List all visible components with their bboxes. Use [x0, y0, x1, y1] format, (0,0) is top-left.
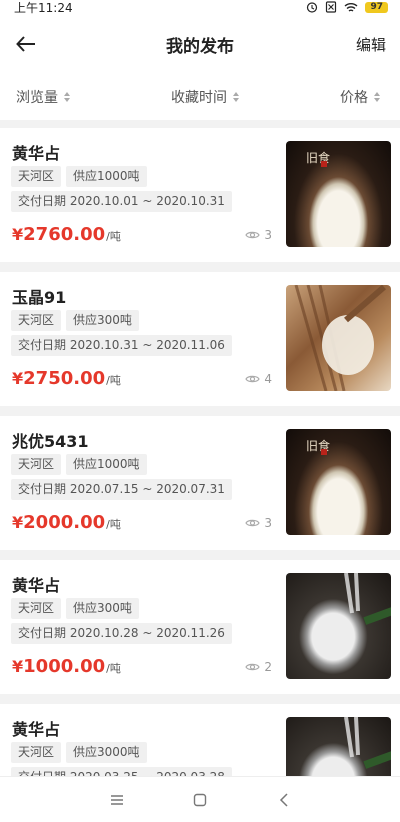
price: ¥ 2760.00 /吨 — [12, 224, 121, 245]
listing-title: 黄华占 — [12, 576, 61, 595]
district-tag: 天河区 — [11, 310, 62, 331]
price-unit: /吨 — [106, 662, 121, 675]
menu-button[interactable] — [108, 791, 126, 809]
price-value: 2750.00 — [23, 368, 106, 389]
status-icons: 97 — [306, 1, 388, 13]
listing-tags: 天河区 供应300吨 — [11, 598, 139, 619]
view-count: 2 — [245, 660, 272, 674]
rice-pouring-illustration — [344, 573, 391, 625]
view-count-value: 4 — [264, 372, 272, 386]
menu-icon — [111, 795, 123, 805]
currency-symbol: ¥ — [12, 513, 24, 532]
sort-icon — [64, 92, 70, 102]
rice-bowl-image[interactable]: 旧食 — [286, 429, 391, 535]
system-nav-bar — [0, 776, 400, 822]
price-unit: /吨 — [106, 230, 121, 243]
listing-title: 黄华占 — [12, 720, 61, 739]
rice-bowl-image[interactable]: 旧食 — [286, 141, 391, 247]
system-back-button[interactable] — [275, 791, 293, 809]
listing-card[interactable]: 兆优5431 天河区 供应1000吨 交付日期 2020.07.15 ~ 202… — [0, 416, 400, 550]
view-count-value: 3 — [264, 228, 272, 242]
view-count-value: 3 — [264, 516, 272, 530]
view-count-value: 2 — [264, 660, 272, 674]
currency-symbol: ¥ — [12, 369, 24, 388]
listing-card[interactable]: 黄华占 天河区 供应1000吨 交付日期 2020.10.01 ~ 2020.1… — [0, 128, 400, 262]
view-count: 3 — [245, 228, 272, 242]
eye-icon — [245, 375, 261, 383]
listing-title: 玉晶91 — [12, 288, 67, 307]
eye-icon — [245, 663, 261, 671]
price: ¥ 2000.00 /吨 — [12, 512, 121, 533]
page-title: 我的发布 — [166, 37, 234, 57]
delivery-date-tag: 交付日期 2020.10.28 ~ 2020.11.26 — [11, 623, 232, 644]
price-value: 2760.00 — [23, 224, 106, 245]
battery-icon: 97 — [365, 1, 388, 13]
rice-scoop-image[interactable] — [286, 285, 391, 391]
supply-tag: 供应1000吨 — [66, 166, 147, 187]
district-tag: 天河区 — [11, 454, 62, 475]
home-button[interactable] — [191, 791, 209, 809]
alarm-icon — [307, 2, 318, 13]
sort-label: 价格 — [340, 90, 368, 106]
supply-tag: 供应3000吨 — [66, 742, 147, 763]
price-unit: /吨 — [106, 374, 121, 387]
sort-by-price[interactable]: 价格 — [340, 87, 380, 107]
listing-tags: 天河区 供应1000吨 — [11, 454, 147, 475]
delivery-date-tag: 交付日期 2020.10.01 ~ 2020.10.31 — [11, 191, 232, 212]
supply-tag: 供应300吨 — [66, 310, 139, 331]
listing-tags: 天河区 供应300吨 — [11, 310, 139, 331]
supply-tag: 供应300吨 — [66, 598, 139, 619]
sort-label: 收藏时间 — [171, 90, 227, 106]
rice-pouring-image[interactable] — [286, 573, 391, 679]
sort-icon — [233, 92, 239, 102]
sort-bar: 浏览量 收藏时间 价格 — [0, 74, 400, 120]
back-chevron-icon — [279, 793, 288, 807]
listing-tags: 天河区 供应3000吨 — [11, 742, 147, 763]
price: ¥ 2750.00 /吨 — [12, 368, 121, 389]
status-bar: 上午11:24 97 — [0, 0, 400, 15]
sort-icon — [374, 92, 380, 102]
eye-icon — [245, 519, 261, 527]
district-tag: 天河区 — [11, 742, 62, 763]
wifi-icon — [345, 2, 358, 12]
listing-title: 黄华占 — [12, 144, 61, 163]
currency-symbol: ¥ — [12, 657, 24, 676]
price-value: 1000.00 — [23, 656, 106, 677]
listing-tags: 天河区 供应1000吨 — [11, 166, 147, 187]
sort-by-views[interactable]: 浏览量 — [16, 87, 70, 107]
view-count: 4 — [245, 372, 272, 386]
district-tag: 天河区 — [11, 166, 62, 187]
listing-card[interactable]: 黄华占 天河区 供应300吨 交付日期 2020.10.28 ~ 2020.11… — [0, 560, 400, 694]
price: ¥ 1000.00 /吨 — [12, 656, 121, 677]
rice-scoop-illustration — [294, 285, 386, 391]
view-count: 3 — [245, 516, 272, 530]
listing-title: 兆优5431 — [12, 432, 89, 451]
currency-symbol: ¥ — [12, 225, 24, 244]
sort-label: 浏览量 — [16, 90, 58, 106]
delivery-date-tag: 交付日期 2020.07.15 ~ 2020.07.31 — [11, 479, 232, 500]
eye-icon — [245, 231, 261, 239]
sort-by-favorite-time[interactable]: 收藏时间 — [171, 87, 239, 107]
listing-card[interactable]: 玉晶91 天河区 供应300吨 交付日期 2020.10.31 ~ 2020.1… — [0, 272, 400, 406]
delivery-date-tag: 交付日期 2020.10.31 ~ 2020.11.06 — [11, 335, 232, 356]
no-sim-icon — [326, 1, 337, 13]
edit-button[interactable]: 编辑 — [356, 34, 386, 55]
header: 我的发布 编辑 — [0, 14, 400, 74]
thumb-stamp — [321, 161, 327, 167]
price-value: 2000.00 — [23, 512, 106, 533]
home-square-icon — [193, 793, 207, 807]
listing-list: 黄华占 天河区 供应1000吨 交付日期 2020.10.01 ~ 2020.1… — [0, 128, 400, 822]
district-tag: 天河区 — [11, 598, 62, 619]
thumb-stamp — [321, 449, 327, 455]
supply-tag: 供应1000吨 — [66, 454, 147, 475]
price-unit: /吨 — [106, 518, 121, 531]
